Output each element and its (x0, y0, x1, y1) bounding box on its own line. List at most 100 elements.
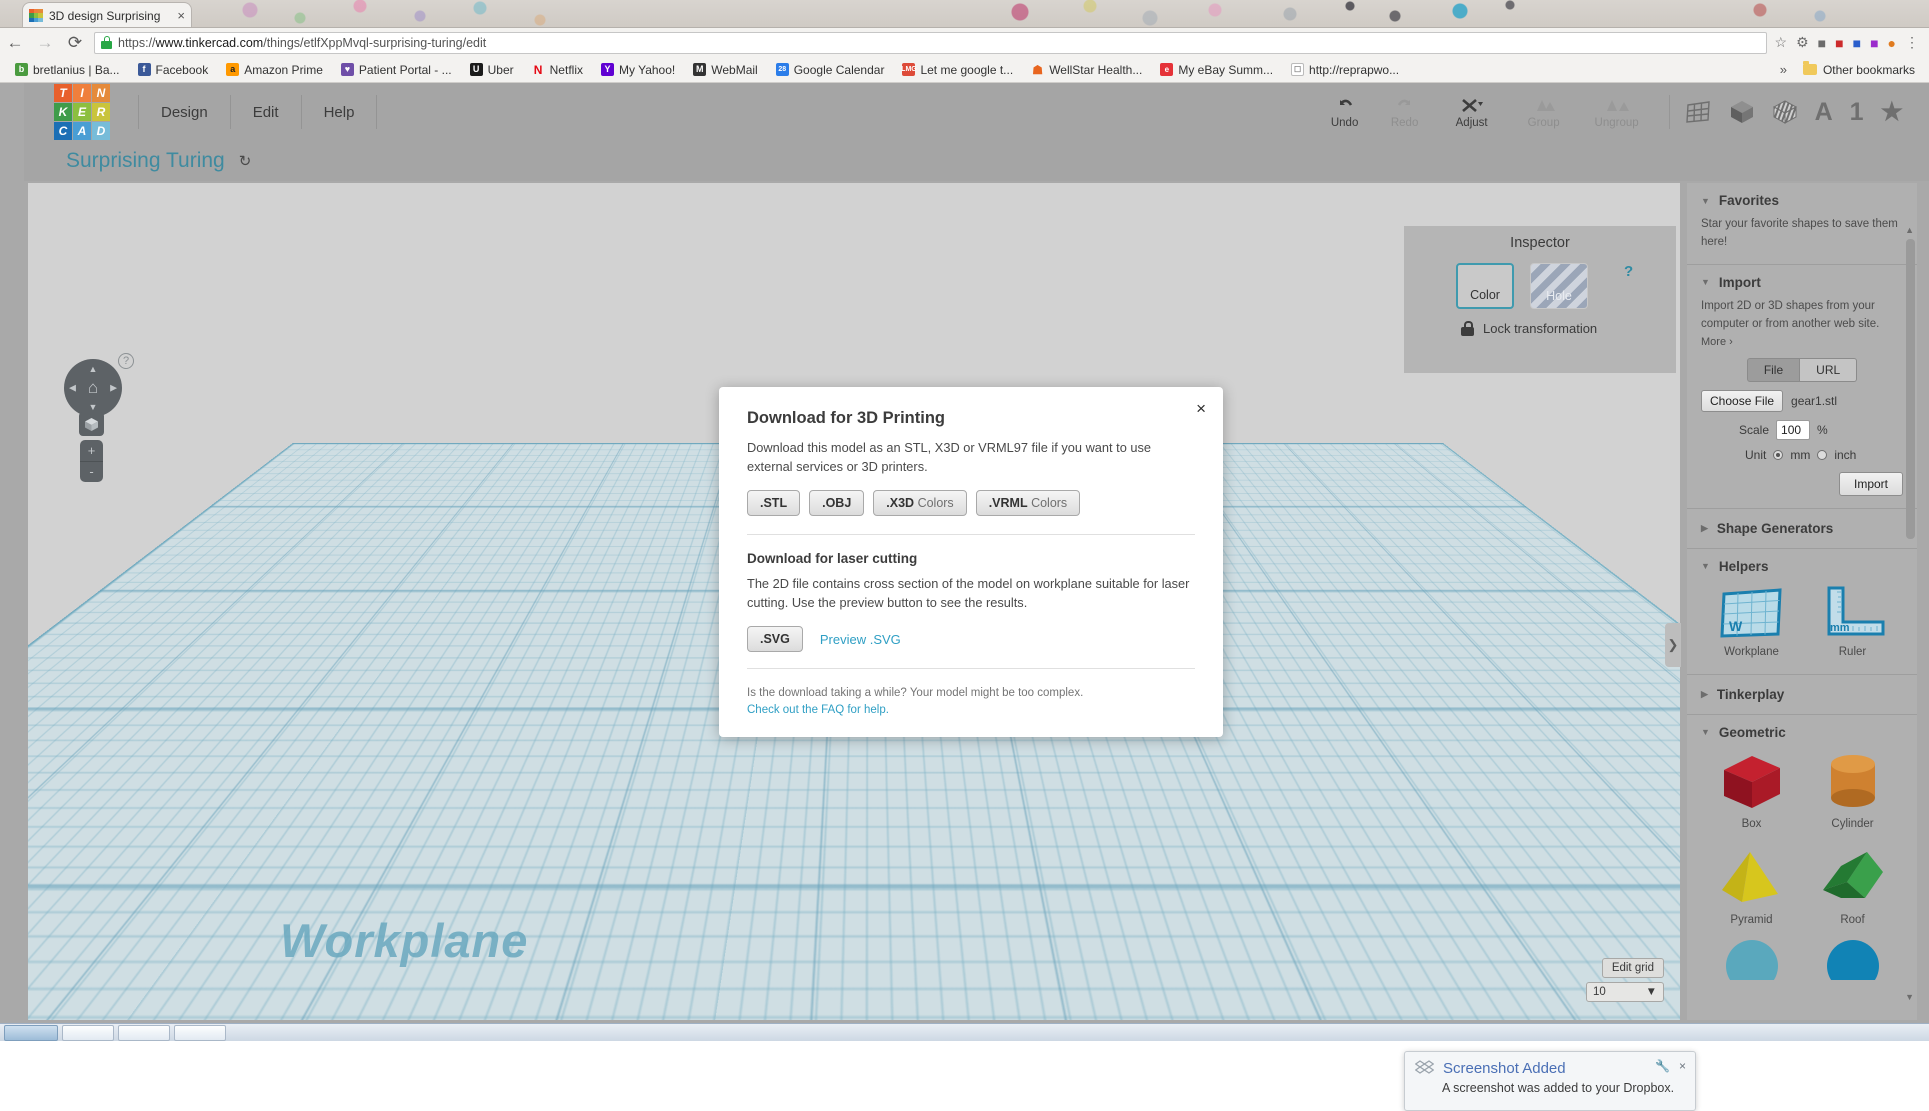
other-bookmarks-folder[interactable]: Other bookmarks (1795, 63, 1923, 77)
hole-swatch-button[interactable]: Hole (1530, 263, 1588, 309)
extension-icon[interactable]: ■ (1818, 35, 1826, 51)
menu-design[interactable]: Design (138, 95, 231, 129)
shape-cylinder[interactable]: Cylinder (1802, 740, 1903, 836)
import-more-link[interactable]: More › (1701, 336, 1903, 348)
extension-red-icon[interactable]: ■ (1835, 35, 1843, 51)
ungroup-button[interactable]: Ungroup (1579, 85, 1655, 139)
back-button[interactable]: ← (0, 28, 30, 57)
extension-blue-icon[interactable]: ■ (1853, 35, 1861, 51)
tab-file[interactable]: File (1747, 358, 1800, 382)
helpers-header[interactable]: ▼ Helpers (1701, 559, 1903, 574)
star-icon[interactable]: ★ (1881, 100, 1903, 125)
striped-cube-icon[interactable] (1772, 99, 1798, 125)
unit-inch-radio[interactable] (1817, 450, 1827, 460)
download-stl-button[interactable]: .STL (747, 490, 800, 516)
browser-tab[interactable]: 3D design Surprising × (22, 2, 192, 28)
bookmark-item[interactable]: fFacebook (129, 59, 218, 81)
shape-pyramid[interactable]: Pyramid (1701, 836, 1802, 932)
bookmark-item[interactable]: YMy Yahoo! (592, 59, 684, 81)
unit-mm-radio[interactable] (1773, 450, 1783, 460)
tinkercad-logo[interactable]: T I N K E R C A D (54, 83, 112, 141)
shape-generators-section[interactable]: ▶ Shape Generators (1687, 509, 1917, 549)
adjust-button[interactable]: Adjust (1435, 85, 1509, 139)
shape-sphere-blue[interactable] (1802, 932, 1903, 990)
menu-help[interactable]: Help (302, 95, 378, 129)
zoom-out-button[interactable]: - (80, 462, 103, 483)
preview-svg-link[interactable]: Preview .SVG (820, 632, 901, 647)
toast-close-icon[interactable]: × (1679, 1059, 1686, 1073)
import-header[interactable]: ▼ Import (1701, 275, 1903, 290)
sidebar-collapse-handle[interactable]: ❯ (1665, 623, 1681, 667)
sidebar-scrollbar[interactable] (1906, 239, 1915, 539)
lock-transformation-row[interactable]: Lock transformation (1404, 309, 1676, 336)
bookmark-item[interactable]: eMy eBay Summ... (1151, 59, 1282, 81)
view-cube-button[interactable] (79, 412, 104, 436)
menu-edit[interactable]: Edit (231, 95, 302, 129)
forward-button[interactable]: → (30, 28, 60, 57)
bookmark-item[interactable]: bbretlanius | Ba... (6, 59, 129, 81)
reload-button[interactable]: ⟳ (60, 28, 90, 57)
faq-link[interactable]: Check out the FAQ for help. (747, 704, 889, 716)
tab-close-icon[interactable]: × (177, 9, 185, 22)
zoom-controls[interactable]: + - (80, 440, 103, 482)
close-icon[interactable]: × (1196, 399, 1206, 419)
view-navigation-pad[interactable]: ▲ ▼ ◀ ▶ ⌂ (64, 359, 122, 417)
favorites-header[interactable]: ▼ Favorites (1701, 193, 1903, 208)
import-button[interactable]: Import (1839, 472, 1903, 496)
extension-orange-icon[interactable]: ● (1888, 35, 1896, 51)
taskbar-item[interactable] (118, 1025, 170, 1041)
bookmarks-overflow-icon[interactable]: » (1772, 62, 1795, 77)
taskbar-item[interactable] (62, 1025, 114, 1041)
bookmark-item[interactable]: ♥Patient Portal - ... (332, 59, 461, 81)
bookmark-item[interactable]: UUber (461, 59, 523, 81)
page-title[interactable]: Surprising Turing (66, 149, 225, 173)
choose-file-button[interactable]: Choose File (1701, 390, 1783, 412)
nav-left-icon[interactable]: ◀ (69, 383, 76, 394)
workplane-grid-icon[interactable] (1684, 99, 1712, 125)
sidebar-scroll-down-icon[interactable]: ▼ (1905, 992, 1914, 1002)
bookmark-item[interactable]: aAmazon Prime (217, 59, 332, 81)
letter-a-icon[interactable]: A (1815, 100, 1833, 125)
cube-icon[interactable] (1729, 99, 1755, 125)
bookmark-item[interactable]: ☗WellStar Health... (1022, 59, 1151, 81)
grid-size-select[interactable]: 10 ▼ (1586, 982, 1664, 1002)
scale-input[interactable]: 100 (1776, 420, 1810, 440)
helper-workplane[interactable]: W Workplane (1716, 584, 1788, 658)
helper-ruler[interactable]: mm Ruler (1817, 584, 1889, 658)
group-button[interactable]: Group (1509, 85, 1579, 139)
wrench-icon[interactable]: 🔧 (1655, 1059, 1670, 1073)
number-one-icon[interactable]: 1 (1850, 100, 1864, 125)
download-vrml-button[interactable]: .VRML Colors (976, 490, 1081, 516)
bookmark-item[interactable]: LMGLet me google t... (893, 59, 1022, 81)
inspector-help-icon[interactable]: ? (1624, 263, 1633, 280)
shape-box[interactable]: Box (1701, 740, 1802, 836)
tinkerplay-header[interactable]: ▶ Tinkerplay (1701, 687, 1903, 702)
bookmark-item[interactable]: NNetflix (523, 59, 592, 81)
extension-purple-icon[interactable]: ■ (1870, 35, 1878, 51)
color-swatch-button[interactable]: Color (1456, 263, 1514, 309)
undo-button[interactable]: Undo (1315, 85, 1375, 139)
bookmark-item[interactable]: MWebMail (684, 59, 766, 81)
bookmark-item[interactable]: 28Google Calendar (767, 59, 894, 81)
gear-icon[interactable]: ⚙ (1796, 34, 1809, 51)
browser-menu-icon[interactable]: ⋮ (1905, 34, 1919, 51)
redo-button[interactable]: Redo (1375, 85, 1435, 139)
tinkerplay-section[interactable]: ▶ Tinkerplay (1687, 675, 1917, 715)
download-x3d-button[interactable]: .X3D Colors (873, 490, 966, 516)
download-svg-button[interactable]: .SVG (747, 626, 803, 652)
edit-grid-button[interactable]: Edit grid (1602, 958, 1664, 978)
nav-help-icon[interactable]: ? (118, 353, 134, 369)
sidebar-scroll-up-icon[interactable]: ▲ (1905, 225, 1914, 235)
zoom-in-button[interactable]: + (80, 440, 103, 462)
shape-roof[interactable]: Roof (1802, 836, 1903, 932)
geometric-header[interactable]: ▼ Geometric (1701, 725, 1903, 740)
shape-generators-header[interactable]: ▶ Shape Generators (1701, 521, 1903, 536)
tab-url[interactable]: URL (1800, 358, 1857, 382)
nav-up-icon[interactable]: ▲ (89, 364, 98, 374)
home-view-icon[interactable]: ⌂ (88, 378, 98, 398)
dropbox-notification[interactable]: Screenshot Added A screenshot was added … (1404, 1051, 1696, 1111)
address-bar[interactable]: https://www.tinkercad.com/things/etlfXpp… (94, 32, 1767, 54)
start-button[interactable] (4, 1025, 58, 1041)
sync-icon[interactable]: ↻ (239, 152, 252, 170)
shape-sphere-teal[interactable] (1701, 932, 1802, 990)
